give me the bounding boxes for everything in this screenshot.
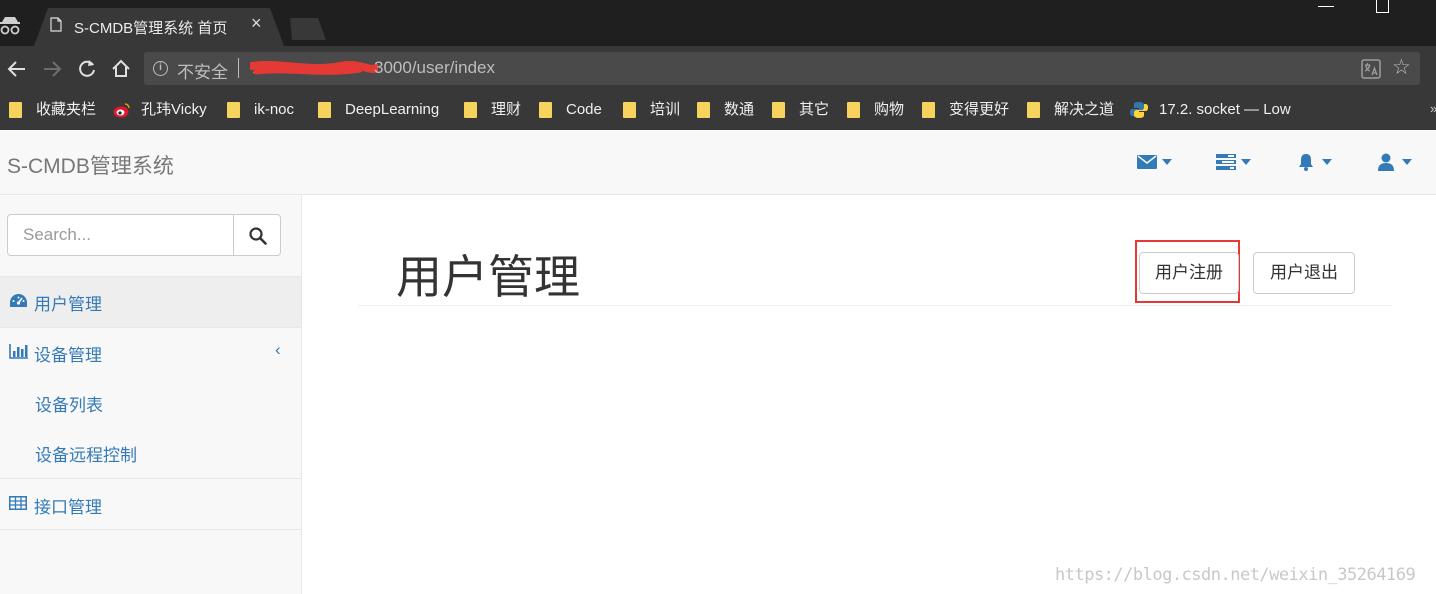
chevron-down-icon bbox=[1162, 159, 1172, 165]
brand-title[interactable]: S-CMDB管理系统 bbox=[7, 150, 174, 180]
sidebar-divider bbox=[0, 529, 301, 530]
folder-icon bbox=[922, 102, 935, 118]
info-icon[interactable]: i bbox=[153, 61, 168, 76]
sidebar-divider bbox=[0, 478, 301, 479]
bookmark-label: 购物 bbox=[874, 101, 905, 118]
forward-icon[interactable] bbox=[41, 56, 63, 82]
sidebar-item-device-mgmt[interactable]: 设备管理 bbox=[34, 341, 102, 366]
table-icon bbox=[9, 496, 27, 510]
bell-icon bbox=[1299, 154, 1313, 171]
folder-icon bbox=[623, 102, 636, 118]
weibo-icon bbox=[113, 103, 130, 118]
folder-icon bbox=[1027, 102, 1040, 118]
bookmark-label: ik-noc bbox=[254, 101, 295, 118]
tab-title: S-CMDB管理系统 首页 bbox=[74, 20, 228, 37]
sidebar-divider bbox=[0, 327, 301, 328]
incognito-icon bbox=[0, 17, 20, 35]
folder-icon bbox=[539, 102, 552, 118]
bookmark-label: 解决之道 bbox=[1054, 101, 1115, 118]
folder-icon bbox=[772, 102, 785, 118]
chevron-down-icon bbox=[1322, 159, 1332, 165]
search-icon bbox=[249, 227, 267, 245]
chevron-down-icon bbox=[1402, 159, 1412, 165]
bookmark-label: 其它 bbox=[799, 101, 830, 118]
sidebar-subitem-device-list[interactable]: 设备列表 bbox=[35, 391, 103, 416]
sidebar-item-label[interactable]: 用户管理 bbox=[34, 290, 102, 315]
search-button[interactable] bbox=[233, 214, 281, 256]
chevron-left-icon[interactable]: ‹ bbox=[275, 340, 281, 360]
folder-icon bbox=[9, 102, 22, 118]
tab-close-icon[interactable]: × bbox=[251, 14, 262, 32]
redaction-scribble bbox=[250, 61, 378, 75]
logout-user-button[interactable]: 用户退出 bbox=[1253, 252, 1355, 294]
bookmark-label: 孔玮Vicky bbox=[141, 101, 207, 118]
back-icon[interactable] bbox=[6, 56, 28, 82]
security-label: 不安全 bbox=[177, 63, 228, 82]
alerts-dropdown[interactable] bbox=[1297, 152, 1335, 172]
bookmark-label: 理财 bbox=[491, 101, 522, 118]
url-path: 3000/user/index bbox=[374, 58, 495, 77]
folder-icon bbox=[847, 102, 860, 118]
bookmark-label: 17.2. socket — Low bbox=[1159, 101, 1291, 118]
search-input[interactable] bbox=[7, 214, 234, 256]
user-icon bbox=[1378, 153, 1394, 171]
folder-icon bbox=[227, 102, 240, 118]
folder-icon bbox=[697, 102, 710, 118]
tasks-dropdown[interactable] bbox=[1216, 152, 1254, 172]
page-title: 用户管理 bbox=[396, 251, 580, 303]
bookmark-label: 变得更好 bbox=[949, 101, 1010, 118]
envelope-icon bbox=[1137, 155, 1157, 169]
bookmark-label: 培训 bbox=[650, 101, 681, 118]
bookmark-label: 收藏夹栏 bbox=[36, 101, 97, 118]
translate-icon[interactable] bbox=[1361, 59, 1381, 79]
python-icon bbox=[1130, 102, 1148, 118]
sidebar-subitem-device-remote[interactable]: 设备远程控制 bbox=[35, 441, 137, 466]
title-divider bbox=[358, 305, 1392, 306]
bar-chart-icon bbox=[9, 344, 28, 359]
bookmark-label: DeepLearning bbox=[345, 101, 440, 118]
folder-icon bbox=[318, 102, 331, 118]
user-dropdown[interactable] bbox=[1378, 152, 1416, 172]
chevron-down-icon bbox=[1241, 159, 1251, 165]
dashboard-icon bbox=[10, 294, 27, 307]
home-icon[interactable] bbox=[110, 56, 132, 82]
sidebar-item-interface-mgmt[interactable]: 接口管理 bbox=[34, 493, 102, 518]
bookmark-label: Code bbox=[566, 101, 602, 118]
window-minimize-icon[interactable] bbox=[1318, 6, 1334, 7]
watermark: https://blog.csdn.net/weixin_35264169 bbox=[1055, 565, 1416, 585]
reload-icon[interactable] bbox=[76, 56, 98, 82]
page-icon bbox=[50, 17, 62, 32]
address-separator bbox=[238, 58, 239, 78]
window-maximize-icon[interactable] bbox=[1376, 0, 1389, 13]
messages-dropdown[interactable] bbox=[1137, 152, 1175, 172]
more-bookmarks-icon[interactable]: » bbox=[1430, 101, 1436, 116]
folder-icon bbox=[464, 102, 477, 118]
bookmark-star-icon[interactable]: ☆ bbox=[1392, 57, 1411, 79]
bookmark-label: 数通 bbox=[724, 101, 755, 118]
tasks-icon bbox=[1216, 154, 1236, 170]
register-user-button[interactable]: 用户注册 bbox=[1139, 252, 1239, 294]
